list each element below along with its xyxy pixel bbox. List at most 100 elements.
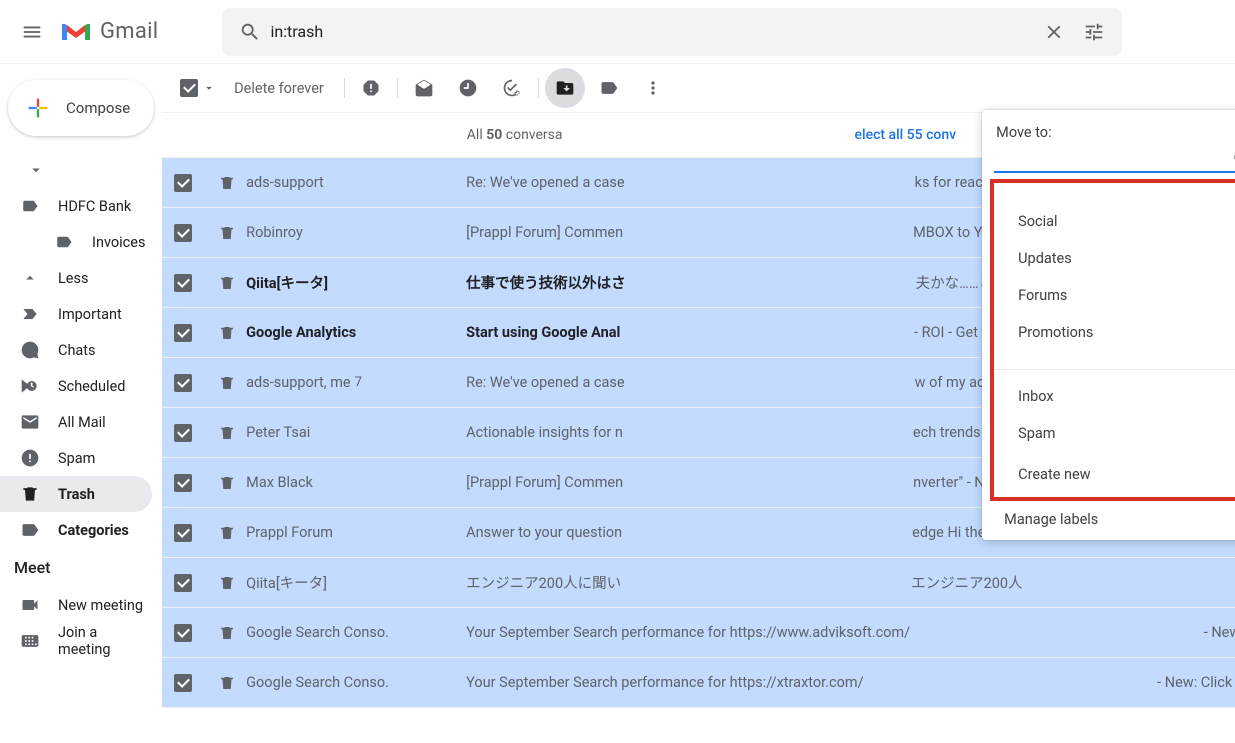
chevron-down-icon <box>26 160 46 180</box>
checkbox-checked-icon <box>180 79 198 97</box>
nav-collapse-toggle[interactable] <box>0 152 152 188</box>
compose-label: Compose <box>66 99 130 117</box>
select-bar-text: All 50 conversa <box>467 127 563 143</box>
add-to-tasks-button[interactable] <box>492 68 532 108</box>
mark-unread-button[interactable] <box>404 68 444 108</box>
move-to-button[interactable] <box>545 68 585 108</box>
nav-all-mail[interactable]: All Mail <box>0 404 152 440</box>
nav-chats[interactable]: Chats <box>0 332 152 368</box>
nav-label: Spam <box>58 450 95 467</box>
row-checkbox[interactable] <box>174 424 192 442</box>
row-checkbox[interactable] <box>174 524 192 542</box>
select-all-link[interactable]: elect all 55 conv <box>855 127 957 143</box>
label-icon <box>599 78 619 98</box>
search-button[interactable] <box>230 21 270 43</box>
row-sender: Google Analytics <box>246 324 456 341</box>
snooze-button[interactable] <box>448 68 488 108</box>
move-to-popover: Move to: SocialUpdatesForumsPromotions I… <box>982 110 1235 540</box>
plus-icon <box>24 94 52 122</box>
row-checkbox[interactable] <box>174 624 192 642</box>
row-checkbox[interactable] <box>174 474 192 492</box>
nav-scheduled[interactable]: Scheduled <box>0 368 152 404</box>
trash-icon <box>218 674 236 692</box>
row-checkbox[interactable] <box>174 574 192 592</box>
nav-spam[interactable]: Spam <box>0 440 152 476</box>
sidebar: Compose HDFC Bank Invoices Less Importan… <box>0 64 162 743</box>
more-button[interactable] <box>633 68 673 108</box>
row-subject: Your September Search performance for ht… <box>466 624 1235 641</box>
email-row[interactable]: Qiita[キータ] エンジニア200人に聞いエンジニア200人 <box>162 558 1235 608</box>
popover-search-input[interactable] <box>994 147 1232 171</box>
row-sender: Google Search Conso. <box>246 624 456 641</box>
row-checkbox[interactable] <box>174 274 192 292</box>
nav-important[interactable]: Important <box>0 296 152 332</box>
email-row[interactable]: Google Search Conso. Your September Sear… <box>162 658 1235 708</box>
move-to-icon <box>555 78 575 98</box>
select-all-checkbox[interactable] <box>180 79 216 97</box>
labels-button[interactable] <box>589 68 629 108</box>
separator <box>538 78 539 98</box>
keyboard-icon <box>20 631 40 651</box>
nav-categories[interactable]: Categories <box>0 512 152 548</box>
categories-icon <box>20 520 40 540</box>
trash-icon <box>218 424 236 442</box>
nav-less-label: Less <box>58 270 88 287</box>
nav-label: Join a meeting <box>58 624 152 658</box>
move-option[interactable]: Forums <box>994 277 1235 314</box>
row-sender: Robinroy <box>246 224 456 241</box>
row-sender: Prappl Forum <box>246 524 456 541</box>
nav-less[interactable]: Less <box>0 260 152 296</box>
row-checkbox[interactable] <box>174 374 192 392</box>
nav-label: All Mail <box>58 414 106 431</box>
row-subject: Your September Search performance for ht… <box>466 674 1235 691</box>
label-hdfc-bank[interactable]: HDFC Bank <box>0 188 152 224</box>
row-sender: ads-support, me7 <box>246 374 456 391</box>
important-icon <box>20 304 40 324</box>
popover-search <box>994 147 1235 173</box>
row-sender: Google Search Conso. <box>246 674 456 691</box>
move-option-manage-labels[interactable]: Manage labels <box>982 501 1235 532</box>
search-clear-button[interactable] <box>1034 21 1074 43</box>
drafts-icon <box>414 78 434 98</box>
toolbar: Delete forever <box>162 64 1235 112</box>
search-options-button[interactable] <box>1074 21 1114 43</box>
row-sender: Peter Tsai <box>246 424 456 441</box>
row-subject: エンジニア200人に聞いエンジニア200人 <box>466 572 1235 593</box>
search-input[interactable] <box>270 22 1034 41</box>
row-checkbox[interactable] <box>174 174 192 192</box>
gmail-logo-text: Gmail <box>100 19 158 44</box>
move-option[interactable]: Inbox <box>994 378 1235 415</box>
row-checkbox[interactable] <box>174 674 192 692</box>
row-checkbox[interactable] <box>174 224 192 242</box>
gmail-logo-icon <box>60 20 92 44</box>
email-row[interactable]: Google Search Conso. Your September Sear… <box>162 608 1235 658</box>
nav-trash[interactable]: Trash <box>0 476 152 512</box>
meet-new-meeting[interactable]: New meeting <box>0 587 152 623</box>
search-icon <box>239 21 261 43</box>
move-option[interactable]: Social <box>994 203 1235 240</box>
mail-icon <box>20 412 40 432</box>
trash-icon <box>218 274 236 292</box>
popover-highlight-box: SocialUpdatesForumsPromotions InboxSpam … <box>990 179 1235 501</box>
label-icon <box>54 232 74 252</box>
report-spam-button[interactable] <box>351 68 391 108</box>
gmail-logo[interactable]: Gmail <box>60 19 158 44</box>
separator <box>397 78 398 98</box>
move-option[interactable]: Promotions <box>994 314 1235 351</box>
nav-label: New meeting <box>58 597 143 614</box>
move-option[interactable]: Updates <box>994 240 1235 277</box>
dropdown-arrow-icon[interactable] <box>202 81 216 95</box>
task-add-icon <box>502 78 522 98</box>
trash-icon <box>218 174 236 192</box>
trash-icon <box>218 624 236 642</box>
search-bar <box>222 8 1122 56</box>
trash-icon <box>218 374 236 392</box>
meet-join-meeting[interactable]: Join a meeting <box>0 623 152 659</box>
row-checkbox[interactable] <box>174 324 192 342</box>
main-menu-button[interactable] <box>8 8 56 56</box>
compose-button[interactable]: Compose <box>8 80 154 136</box>
delete-forever-button[interactable]: Delete forever <box>220 80 338 97</box>
move-option[interactable]: Spam <box>994 415 1235 452</box>
move-option-create-new[interactable]: Create new <box>994 452 1235 497</box>
label-invoices[interactable]: Invoices <box>0 224 152 260</box>
